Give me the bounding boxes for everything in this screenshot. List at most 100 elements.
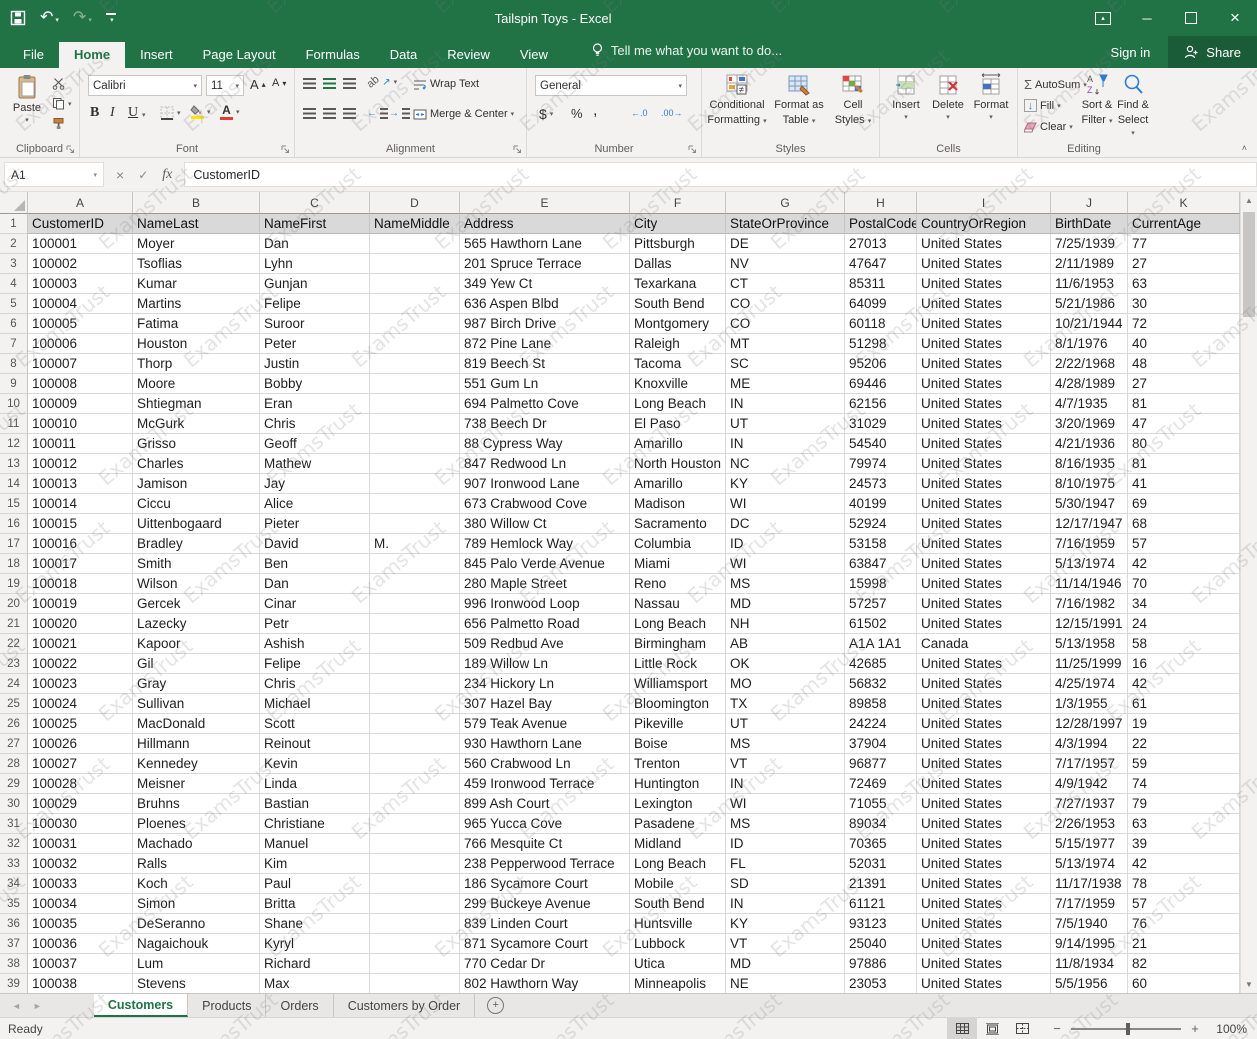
grid-cell[interactable]: 47647	[845, 254, 917, 274]
grid-cell[interactable]: 93123	[845, 914, 917, 934]
grid-cell[interactable]: Petr	[260, 614, 370, 634]
grid-cell[interactable]: 42	[1128, 854, 1240, 874]
grid-cell[interactable]: Trenton	[630, 754, 726, 774]
grid-cell[interactable]: 74	[1128, 774, 1240, 794]
grid-cell[interactable]: Dallas	[630, 254, 726, 274]
row-header-3[interactable]: 3	[0, 254, 28, 274]
grid-cell[interactable]: 100032	[28, 854, 133, 874]
grid-cell[interactable]: MS	[726, 814, 845, 834]
grid-cell[interactable]: 100026	[28, 734, 133, 754]
grid-cell[interactable]: 100023	[28, 674, 133, 694]
grid-cell[interactable]: Richard	[260, 954, 370, 974]
grid-cell[interactable]: Pikeville	[630, 714, 726, 734]
grid-cell[interactable]: 770 Cedar Dr	[460, 954, 630, 974]
grid-cell[interactable]: 201 Spruce Terrace	[460, 254, 630, 274]
grid-cell[interactable]: Uittenbogaard	[133, 514, 260, 534]
grid-cell[interactable]: Little Rock	[630, 654, 726, 674]
grid-cell[interactable]	[370, 494, 460, 514]
grid-cell[interactable]: 8/16/1935	[1051, 454, 1128, 474]
grid-cell[interactable]: Knoxville	[630, 374, 726, 394]
column-header-A[interactable]: A	[28, 192, 133, 214]
grid-cell[interactable]: VT	[726, 754, 845, 774]
grid-cell[interactable]: 100034	[28, 894, 133, 914]
grid-cell[interactable]: CO	[726, 294, 845, 314]
grid-cell[interactable]: 79	[1128, 794, 1240, 814]
row-header-29[interactable]: 29	[0, 774, 28, 794]
grid-cell[interactable]: 673 Crabwood Cove	[460, 494, 630, 514]
close-icon[interactable]: ×	[1213, 0, 1257, 36]
grid-cell[interactable]: United States	[917, 294, 1051, 314]
sheet-tab-customers-by-order[interactable]: Customers by Order	[334, 994, 476, 1017]
grid-cell[interactable]: United States	[917, 434, 1051, 454]
grid-cell[interactable]: 61121	[845, 894, 917, 914]
grid-cell[interactable]: 27	[1128, 254, 1240, 274]
grid-cell[interactable]: Ploenes	[133, 814, 260, 834]
grid-cell[interactable]: Eran	[260, 394, 370, 414]
grid-cell[interactable]: 12/28/1997	[1051, 714, 1128, 734]
grid-cell[interactable]: 100035	[28, 914, 133, 934]
insert-function-icon[interactable]: fx	[162, 167, 172, 183]
grid-cell[interactable]: Kumar	[133, 274, 260, 294]
grid-cell[interactable]: United States	[917, 834, 1051, 854]
customize-quick-access-icon[interactable]: ▾	[106, 13, 116, 24]
grid-cell[interactable]: 2/11/1989	[1051, 254, 1128, 274]
grid-cell[interactable]: SD	[726, 874, 845, 894]
grid-cell[interactable]: ID	[726, 834, 845, 854]
grid-cell[interactable]: 42685	[845, 654, 917, 674]
grid-cell[interactable]: United States	[917, 674, 1051, 694]
grid-cell[interactable]: 39	[1128, 834, 1240, 854]
copy-button[interactable]: ▾	[52, 97, 72, 110]
grid-cell[interactable]: Shtiegman	[133, 394, 260, 414]
grid-cell[interactable]: Bruhns	[133, 794, 260, 814]
row-header-24[interactable]: 24	[0, 674, 28, 694]
grid-cell[interactable]: 4/7/1935	[1051, 394, 1128, 414]
grid-cell[interactable]: United States	[917, 234, 1051, 254]
grid-cell[interactable]: Cinar	[260, 594, 370, 614]
grid-cell[interactable]: 100008	[28, 374, 133, 394]
grid-cell[interactable]: 100009	[28, 394, 133, 414]
grid-cell[interactable]: WI	[726, 494, 845, 514]
grid-cell[interactable]: Max	[260, 974, 370, 993]
grid-cell[interactable]: IN	[726, 394, 845, 414]
percent-style-button[interactable]: %	[571, 106, 583, 121]
grid-cell[interactable]: 63	[1128, 274, 1240, 294]
grid-cell[interactable]: United States	[917, 454, 1051, 474]
column-header-K[interactable]: K	[1128, 192, 1240, 214]
grid-cell[interactable]: South Bend	[630, 294, 726, 314]
grid-cell[interactable]	[370, 634, 460, 654]
grid-cell[interactable]: 349 Yew Ct	[460, 274, 630, 294]
row-header-35[interactable]: 35	[0, 894, 28, 914]
grid-cell[interactable]: Shane	[260, 914, 370, 934]
grid-cell[interactable]: 996 Ironwood Loop	[460, 594, 630, 614]
row-header-7[interactable]: 7	[0, 334, 28, 354]
row-header-8[interactable]: 8	[0, 354, 28, 374]
grid-cell[interactable]: 5/30/1947	[1051, 494, 1128, 514]
grid-cell[interactable]: 847 Redwood Ln	[460, 454, 630, 474]
sheet-tab-orders[interactable]: Orders	[266, 994, 333, 1017]
row-header-31[interactable]: 31	[0, 814, 28, 834]
grid-cell[interactable]	[370, 314, 460, 334]
grid-cell[interactable]: 79974	[845, 454, 917, 474]
grid-cell[interactable]: 238 Pepperwood Terrace	[460, 854, 630, 874]
grid-cell[interactable]: Gray	[133, 674, 260, 694]
row-header-30[interactable]: 30	[0, 794, 28, 814]
grid-cell[interactable]: 5/13/1974	[1051, 554, 1128, 574]
grid-cell[interactable]: 100029	[28, 794, 133, 814]
grid-cell[interactable]: United States	[917, 874, 1051, 894]
grid-cell[interactable]	[370, 874, 460, 894]
grid-cell[interactable]: Miami	[630, 554, 726, 574]
grid-cell[interactable]	[370, 354, 460, 374]
row-header-27[interactable]: 27	[0, 734, 28, 754]
grid-cell[interactable]: United States	[917, 254, 1051, 274]
zoom-slider-thumb[interactable]	[1126, 1023, 1130, 1035]
increase-font-size-button[interactable]: A▴	[250, 77, 266, 92]
grid-cell[interactable]: United States	[917, 734, 1051, 754]
grid-cell[interactable]: 8/1/1976	[1051, 334, 1128, 354]
formula-input[interactable]: CustomerID	[184, 162, 1257, 187]
row-header-32[interactable]: 32	[0, 834, 28, 854]
cancel-icon[interactable]: ×	[116, 167, 124, 183]
grid-cell[interactable]: CO	[726, 314, 845, 334]
grid-cell[interactable]: 21	[1128, 934, 1240, 954]
grid-cell[interactable]: United States	[917, 854, 1051, 874]
grid-cell[interactable]: 60118	[845, 314, 917, 334]
